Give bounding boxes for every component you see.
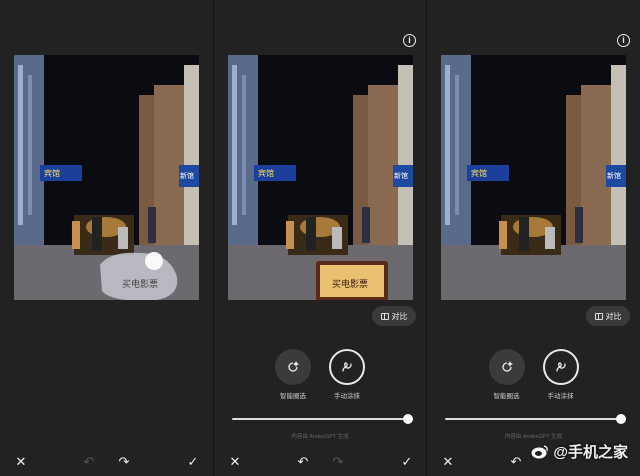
- manual-erase-tool[interactable]: 手动涂抹: [327, 349, 367, 400]
- brush-size-slider[interactable]: [445, 414, 626, 424]
- redo-icon[interactable]: ↷: [329, 452, 347, 470]
- close-icon[interactable]: ✕: [439, 452, 457, 470]
- brush-icon: [329, 349, 365, 385]
- undo-icon[interactable]: ↶: [294, 452, 312, 470]
- tool-group: 智能圈选 手动涂抹: [427, 349, 640, 400]
- info-icon[interactable]: i: [403, 34, 416, 47]
- close-icon[interactable]: ✕: [12, 452, 30, 470]
- ai-footnote: 内容由 AndesGPT 生成: [504, 434, 563, 440]
- slider-knob[interactable]: [403, 414, 413, 424]
- smart-select-icon: [275, 349, 311, 385]
- smart-select-tool[interactable]: 智能圈选: [273, 349, 313, 400]
- sign-left-text: 宾馆: [44, 168, 60, 178]
- svg-text:买电影票: 买电影票: [122, 278, 158, 289]
- compare-icon: [380, 312, 389, 320]
- ai-footnote: 内容由 AndesGPT 生成: [291, 434, 349, 440]
- brush-icon: [542, 349, 579, 385]
- check-icon[interactable]: ✓: [184, 452, 202, 470]
- svg-text:宾馆: 宾馆: [258, 168, 274, 178]
- brush-size-slider[interactable]: [232, 414, 413, 424]
- bottom-toolbar: ✕ ↶ ↷ ✓: [214, 452, 426, 470]
- undo-icon[interactable]: ↶: [507, 452, 525, 470]
- editor-panel-2: i 宾馆 新馆 买电影票 对比 智能圈选 手动涂抹 内容由 AndesGPT 生…: [214, 0, 426, 476]
- slider-knob[interactable]: [616, 414, 626, 424]
- undo-icon[interactable]: ↶: [80, 452, 98, 470]
- editor-panel-1: 宾馆 新馆 买电影票 ✕ ↶ ↷ ✓: [0, 0, 213, 476]
- photo-preview: 宾馆 新馆: [441, 55, 626, 300]
- svg-text:新馆: 新馆: [394, 171, 408, 180]
- smart-select-tool[interactable]: 智能圈选: [487, 349, 527, 400]
- smart-select-icon: [488, 349, 525, 385]
- photo-preview: 宾馆 新馆 买电影票: [228, 55, 413, 300]
- tool-group: 智能圈选 手动涂抹: [214, 349, 426, 400]
- svg-text:买电影票: 买电影票: [332, 278, 368, 289]
- bottom-toolbar: ✕ ↶ ↷ ✓: [0, 452, 213, 470]
- manual-erase-tool[interactable]: 手动涂抹: [541, 349, 581, 400]
- compare-button[interactable]: 对比: [586, 306, 630, 326]
- watermark: @手机之家: [531, 441, 628, 462]
- compare-button[interactable]: 对比: [372, 306, 416, 326]
- close-icon[interactable]: ✕: [226, 452, 244, 470]
- editor-panel-3: i 宾馆 新馆 对比 智能圈选 手动涂抹 内容由 AndesGPT 生成 ✕ ↶…: [427, 0, 640, 476]
- svg-text:新馆: 新馆: [607, 171, 621, 180]
- photo-preview: 宾馆 新馆 买电影票: [14, 55, 199, 300]
- check-icon[interactable]: ✓: [398, 452, 416, 470]
- info-icon[interactable]: i: [617, 34, 630, 47]
- svg-text:宾馆: 宾馆: [471, 168, 487, 178]
- svg-text:新馆: 新馆: [180, 171, 194, 180]
- compare-icon: [594, 312, 603, 320]
- redo-icon[interactable]: ↷: [115, 452, 133, 470]
- weibo-logo-icon: [531, 444, 549, 458]
